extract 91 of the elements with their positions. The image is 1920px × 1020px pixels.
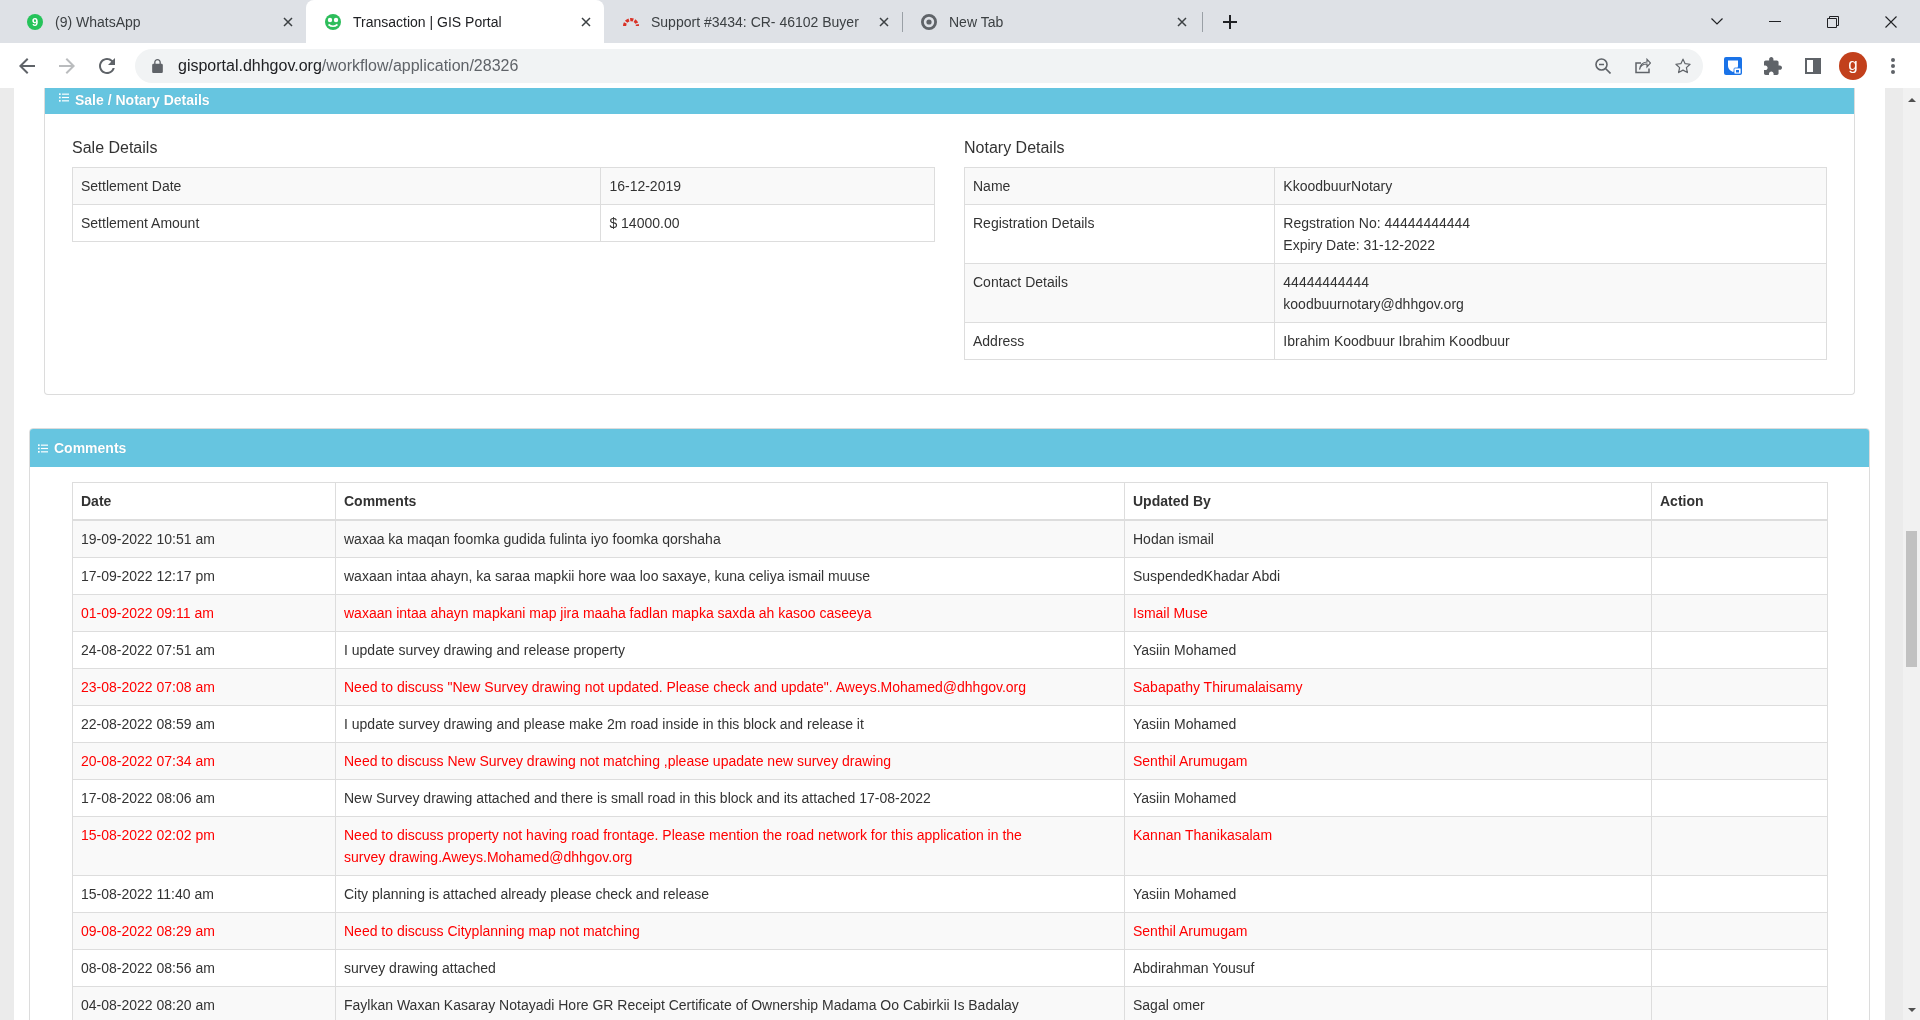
date-cell: 01-09-2022 09:11 am xyxy=(72,594,336,632)
row-value: koodbuurnotary@dhhgov.org xyxy=(1283,295,1465,314)
zoom-out-icon[interactable] xyxy=(1595,57,1611,74)
scroll-down-icon[interactable] xyxy=(1907,1008,1916,1012)
row-label: Contact Details xyxy=(964,263,1275,323)
lock-icon[interactable] xyxy=(152,58,163,73)
close-icon[interactable] xyxy=(1885,15,1897,28)
date-cell: 17-08-2022 08:06 am xyxy=(72,779,336,817)
author-cell: Senthil Arumugam xyxy=(1124,742,1652,780)
section-heading: Sale Details xyxy=(72,138,159,158)
row-value: 44444444444 xyxy=(1283,273,1370,292)
comment-cell: Faylkan Waxan Kasaray Notayadi Hore GR Receipt Certificate of Ownership Madama Oo Cabirkii Is Badalay xyxy=(335,986,1125,1020)
restore-icon[interactable] xyxy=(1827,15,1839,28)
date-cell: 15-08-2022 11:40 am xyxy=(72,875,336,913)
address-bar[interactable]: gisportal.dhhgov.org/workflow/application/28326 xyxy=(135,48,1703,83)
comment-cell: waxaa ka maqan foomka gudida fulinta iyo foomka qorshaha xyxy=(335,520,1125,558)
close-tab-icon[interactable] xyxy=(1177,16,1187,27)
reload-icon[interactable] xyxy=(99,57,115,74)
comment-cell: I update survey drawing and release property xyxy=(335,631,1125,669)
author-cell: Ismail Muse xyxy=(1124,594,1652,632)
row-label: Settlement Date xyxy=(72,167,601,205)
close-tab-icon[interactable] xyxy=(879,16,889,27)
author-cell: Sagal omer xyxy=(1124,986,1652,1020)
comment-cell: I update survey drawing and please make 2m road inside in this block and release it xyxy=(335,705,1125,743)
browser-tab[interactable]: New Tab xyxy=(902,0,1200,43)
date-cell: 17-09-2022 12:17 pm xyxy=(72,557,336,595)
scrollbar[interactable] xyxy=(1903,88,1920,1020)
row-value: $ 14000.00 xyxy=(609,214,681,233)
side-panel-icon[interactable] xyxy=(1805,57,1821,74)
gauge-icon xyxy=(623,17,639,26)
comment-cell: Need to discuss New Survey drawing not matching ,please upadate new survey drawing xyxy=(335,742,1125,780)
comment-cell: Need to discuss property not having road frontage. Please mention the road network for this application in the survey drawing.Aweys.Mohamed@dhhgov.org xyxy=(335,816,1125,876)
comment-cell: waxaan intaa ahayn, ka saraa mapkii hore waa loo saxaye, kuna celiya ismail muuse xyxy=(335,557,1125,595)
author-cell: Yasiin Mohamed xyxy=(1124,631,1652,669)
browser-icon xyxy=(921,13,937,30)
date-cell: 23-08-2022 07:08 am xyxy=(72,668,336,706)
date-cell: 20-08-2022 07:34 am xyxy=(72,742,336,780)
notification-badge: 9 xyxy=(27,13,43,30)
profile-avatar[interactable]: g xyxy=(1839,51,1867,80)
author-cell: SuspendedKhadar Abdi xyxy=(1124,557,1652,595)
section-heading: Notary Details xyxy=(964,138,1066,158)
comment-cell: Need to discuss Cityplanning map not matching xyxy=(335,912,1125,950)
list-icon xyxy=(38,443,48,453)
row-label: Address xyxy=(964,322,1275,360)
panel-title: Sale / Notary Details xyxy=(75,92,210,109)
row-value: Ibrahim Koodbuur Ibrahim Koodbuur xyxy=(1283,332,1511,351)
close-tab-icon[interactable] xyxy=(581,16,591,27)
star-icon[interactable] xyxy=(1675,57,1691,74)
author-cell: Kannan Thanikasalam xyxy=(1124,816,1652,876)
author-cell: Yasiin Mohamed xyxy=(1124,875,1652,913)
shield-icon[interactable] xyxy=(1724,56,1742,75)
logo-icon xyxy=(325,13,341,30)
author-cell: Hodan ismail xyxy=(1124,520,1652,558)
browser-tab[interactable]: Transaction | GIS Portal xyxy=(306,0,604,43)
comment-cell: Need to discuss "New Survey drawing not updated. Please check and update". Aweys.Mohamed@dhhgov.org xyxy=(335,668,1125,706)
date-cell: 08-08-2022 08:56 am xyxy=(72,949,336,987)
close-tab-icon[interactable] xyxy=(283,16,293,27)
row-label: Registration Details xyxy=(964,204,1275,264)
back-arrow-icon[interactable] xyxy=(19,57,35,74)
author-cell: Senthil Arumugam xyxy=(1124,912,1652,950)
chevron-down-icon[interactable] xyxy=(1711,18,1723,25)
scrollbar-thumb[interactable] xyxy=(1906,531,1917,667)
puzzle-icon[interactable] xyxy=(1764,56,1782,75)
comment-cell: City planning is attached already please check and release xyxy=(335,875,1125,913)
browser-tab[interactable]: 9 (9) WhatsApp xyxy=(8,0,306,43)
date-cell: 24-08-2022 07:51 am xyxy=(72,631,336,669)
author-cell: Yasiin Mohamed xyxy=(1124,705,1652,743)
browser-tab[interactable]: Support #3434: CR- 46102 Buyer xyxy=(604,0,902,43)
date-cell: 15-08-2022 02:02 pm xyxy=(72,816,336,876)
menu-icon[interactable] xyxy=(1891,57,1895,74)
comment-cell: survey drawing attached xyxy=(335,949,1125,987)
date-cell: 09-08-2022 08:29 am xyxy=(72,912,336,950)
row-value: KkoodbuurNotary xyxy=(1283,177,1394,196)
date-cell: 22-08-2022 08:59 am xyxy=(72,705,336,743)
new-tab-icon[interactable] xyxy=(1223,14,1237,29)
comment-cell: waxaan intaa ahayn mapkani map jira maaha fadlan mapka saxda ah kasoo caseeya xyxy=(335,594,1125,632)
row-label: Settlement Amount xyxy=(72,204,601,242)
list-icon xyxy=(59,93,69,102)
author-cell: Sabapathy Thirumalaisamy xyxy=(1124,668,1652,706)
author-cell: Yasiin Mohamed xyxy=(1124,779,1652,817)
row-value: 16-12-2019 xyxy=(609,177,682,196)
date-cell: 19-09-2022 10:51 am xyxy=(72,520,336,558)
row-value: Regstration No: 44444444444 xyxy=(1283,214,1472,233)
panel-title: Comments xyxy=(54,439,127,457)
share-icon[interactable] xyxy=(1635,57,1651,74)
comment-cell: New Survey drawing attached and there is small road in this block and its attached 17-08-2022 xyxy=(335,779,1125,817)
row-label: Name xyxy=(964,167,1275,205)
scroll-up-icon[interactable] xyxy=(1907,98,1916,102)
date-cell: 04-08-2022 08:20 am xyxy=(72,986,336,1020)
author-cell: Abdirahman Yousuf xyxy=(1124,949,1652,987)
row-value: Expiry Date: 31-12-2022 xyxy=(1283,236,1437,255)
